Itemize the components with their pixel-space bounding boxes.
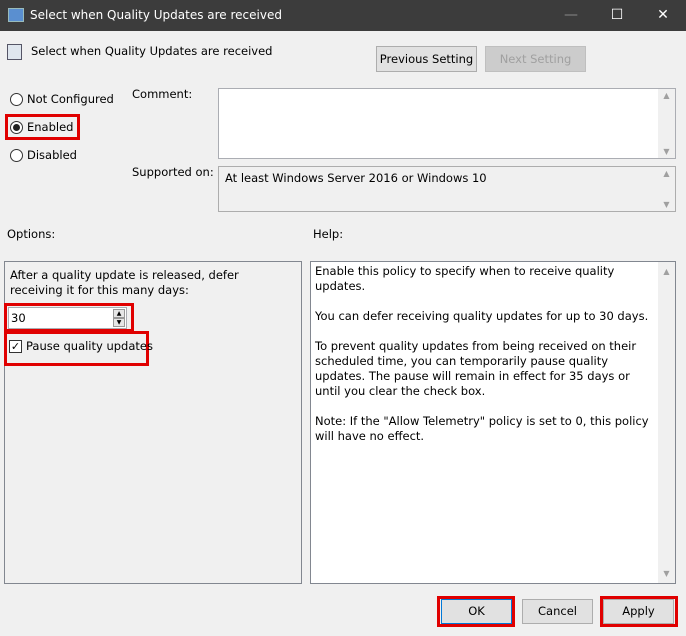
minimize-button[interactable]: — [548,0,594,31]
radio-circle[interactable] [10,149,23,162]
radio-circle[interactable] [10,93,23,106]
checkbox-check-icon[interactable]: ✓ [9,340,22,353]
maximize-button[interactable]: ☐ [594,0,640,31]
days-stepper[interactable]: 30 ▲ ▼ [8,307,127,329]
radio-label: Disabled [27,148,77,162]
radio-label: Enabled [27,120,74,134]
policy-icon [7,44,22,60]
comment-input[interactable]: ▲ ▼ [218,88,676,159]
title-bar: Select when Quality Updates are received… [0,0,686,31]
help-scrollbar[interactable]: ▲ ▼ [658,262,675,583]
app-icon [8,8,24,22]
help-panel: Enable this policy to specify when to re… [310,261,676,584]
spin-down-icon[interactable]: ▼ [113,318,125,327]
help-paragraph: Note: If the "Allow Telemetry" policy is… [315,414,649,443]
window-title: Select when Quality Updates are received [30,8,282,22]
pause-label: Pause quality updates [26,339,153,353]
spin-up-icon[interactable]: ▲ [113,309,125,318]
radio-label: Not Configured [27,92,114,106]
supported-scrollbar[interactable]: ▲ ▼ [658,167,675,211]
help-paragraph: You can defer receiving quality updates … [315,309,649,323]
defer-text: After a quality update is released, defe… [10,268,239,297]
supported-label: Supported on: [132,165,214,179]
apply-button[interactable]: Apply [603,599,674,624]
supported-value: At least Windows Server 2016 or Windows … [225,171,487,185]
previous-setting-button[interactable]: Previous Setting [376,46,477,72]
options-label: Options: [7,227,56,241]
help-paragraph: To prevent quality updates from being re… [315,339,637,398]
cancel-button[interactable]: Cancel [522,599,593,624]
days-value: 30 [11,311,26,325]
help-label: Help: [313,227,344,241]
ok-button[interactable]: OK [441,599,512,624]
supported-on-field: At least Windows Server 2016 or Windows … [218,166,676,212]
comment-scrollbar[interactable]: ▲ ▼ [658,89,675,158]
close-button[interactable]: ✕ [640,0,686,31]
next-setting-button[interactable]: Next Setting [485,46,586,72]
radio-circle[interactable] [10,121,23,134]
policy-title: Select when Quality Updates are received [31,44,273,58]
comment-label: Comment: [132,87,193,101]
help-paragraph: Enable this policy to specify when to re… [315,264,615,293]
